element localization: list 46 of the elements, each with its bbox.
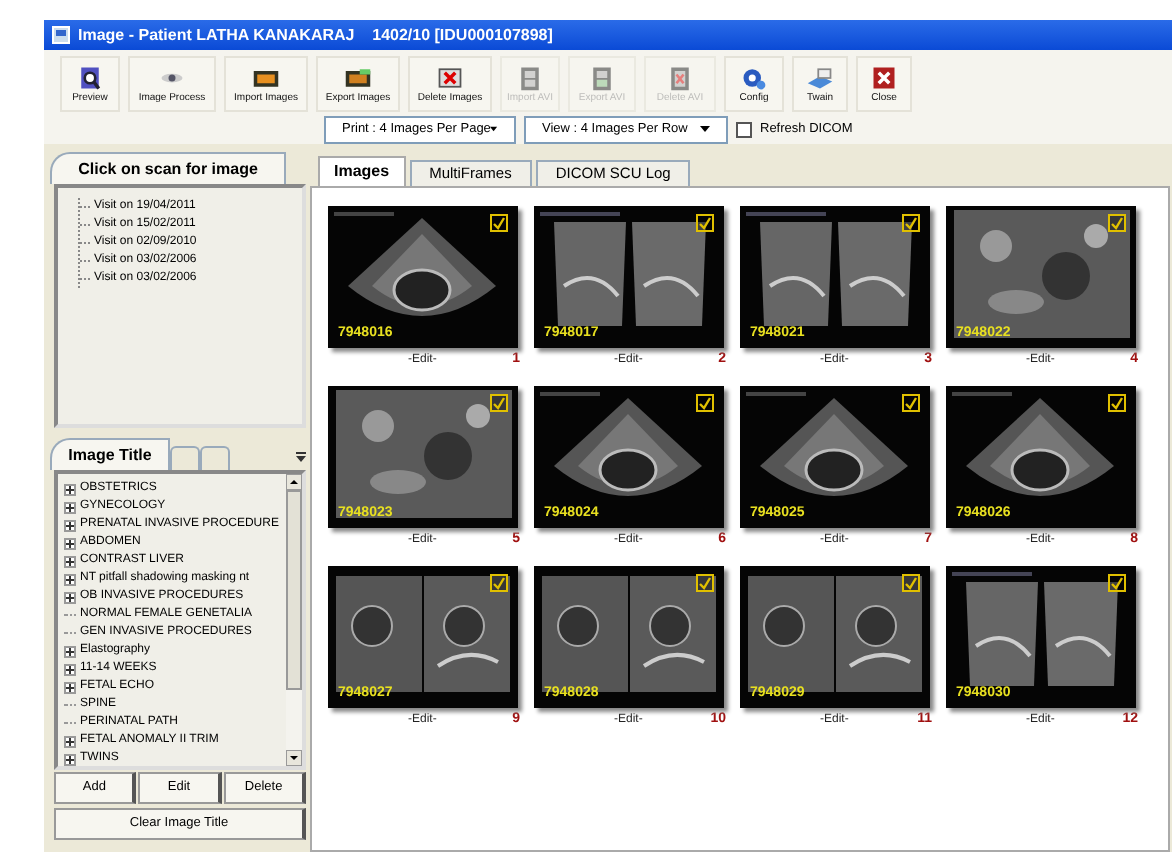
expand-icon[interactable] xyxy=(64,537,76,549)
film-strip-icon xyxy=(516,64,544,92)
select-checkbox[interactable] xyxy=(696,574,714,592)
refresh-checkbox[interactable] xyxy=(736,121,752,137)
expand-icon[interactable] xyxy=(64,735,76,747)
scroll-thumb[interactable] xyxy=(286,490,302,690)
caret-icon xyxy=(490,126,498,132)
scroll-up-icon[interactable] xyxy=(286,474,302,490)
close-icon xyxy=(870,64,898,92)
expand-icon[interactable] xyxy=(64,645,76,657)
expand-icon[interactable] xyxy=(64,519,76,531)
expand-icon[interactable] xyxy=(64,555,76,567)
expand-icon[interactable] xyxy=(64,753,76,765)
select-checkbox[interactable] xyxy=(696,214,714,232)
select-checkbox[interactable] xyxy=(902,574,920,592)
settings-icon xyxy=(740,64,768,92)
select-checkbox[interactable] xyxy=(490,214,508,232)
delete-icon xyxy=(436,64,464,92)
preview-icon xyxy=(76,64,104,92)
select-checkbox[interactable] xyxy=(1108,214,1126,232)
panel-tab[interactable]: Click on scan for image xyxy=(50,152,286,184)
scroll-down-icon[interactable] xyxy=(286,750,302,766)
select-checkbox[interactable] xyxy=(490,394,508,412)
dropdown-icon[interactable] xyxy=(296,452,306,462)
select-checkbox[interactable] xyxy=(1108,394,1126,412)
tab[interactable]: Images xyxy=(318,156,406,186)
expand-icon[interactable] xyxy=(64,501,76,513)
select-checkbox[interactable] xyxy=(490,574,508,592)
select-checkbox[interactable] xyxy=(902,214,920,232)
window-icon xyxy=(52,26,70,44)
scrollbar[interactable] xyxy=(286,474,302,766)
expand-icon[interactable] xyxy=(64,573,76,585)
window-title: Image - Patient LATHA KANAKARAJ 1402/10 [IDU000107898] xyxy=(78,23,553,47)
expand-icon[interactable] xyxy=(64,591,76,603)
scanner-icon xyxy=(806,64,834,92)
expand-icon[interactable] xyxy=(64,483,76,495)
panel-tab[interactable]: Image Title xyxy=(50,438,170,470)
expand-icon[interactable] xyxy=(64,663,76,675)
film-strip-icon xyxy=(666,64,694,92)
select-checkbox[interactable] xyxy=(1108,574,1126,592)
caret-icon xyxy=(700,126,710,132)
select-checkbox[interactable] xyxy=(696,394,714,412)
expand-icon[interactable] xyxy=(64,681,76,693)
film-icon xyxy=(344,64,372,92)
film-strip-icon xyxy=(588,64,616,92)
select-checkbox[interactable] xyxy=(902,394,920,412)
